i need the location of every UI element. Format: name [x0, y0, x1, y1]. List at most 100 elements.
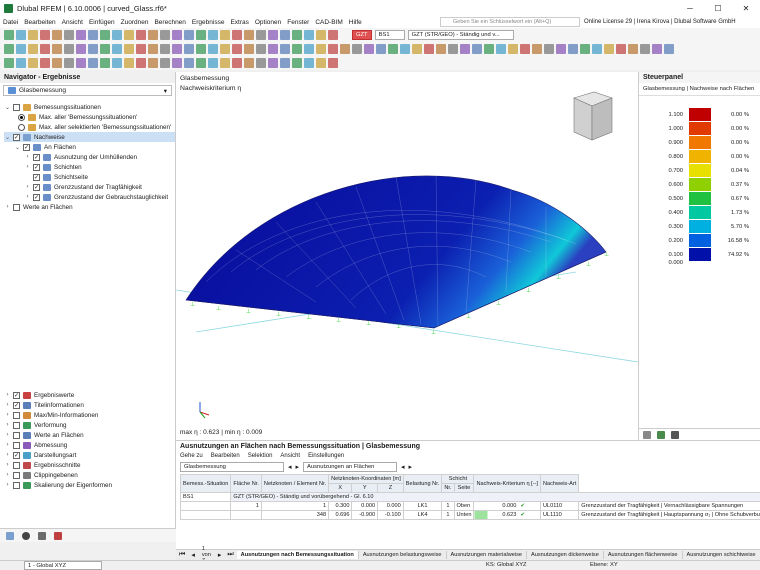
toolbar-button-icon[interactable]	[124, 30, 134, 40]
toolbar-button-icon[interactable]	[52, 58, 62, 68]
toolbar-button-icon[interactable]	[280, 58, 290, 68]
toolbar-button-icon[interactable]	[64, 44, 74, 54]
expand-icon[interactable]: ›	[24, 154, 31, 160]
checkbox[interactable]: ✓	[33, 193, 40, 201]
scale-tab-icon[interactable]	[657, 430, 665, 439]
toolbar-button-icon[interactable]	[112, 30, 122, 40]
tree-item-nachweise[interactable]: ⌄ ✓ Nachweise	[4, 132, 175, 142]
toolbar-button-icon[interactable]	[88, 30, 98, 40]
toolbar-button-icon[interactable]	[208, 58, 218, 68]
expand-icon[interactable]: ›	[4, 392, 11, 398]
menu-item[interactable]: Ansicht	[59, 19, 86, 26]
toolbar-button-icon[interactable]	[616, 44, 626, 54]
menu-item[interactable]: Fenster	[284, 19, 312, 26]
toolbar-button-icon[interactable]	[28, 30, 38, 40]
glass-shell[interactable]	[185, 175, 607, 329]
toolbar-button-icon[interactable]	[580, 44, 590, 54]
toolbar-button-icon[interactable]	[112, 44, 122, 54]
display-tree-item[interactable]: › ✓ Darstellungsart	[4, 450, 112, 460]
next-icon[interactable]: ▸	[296, 463, 300, 471]
display-tree-item[interactable]: › ✓ Ergebniswerte	[4, 390, 112, 400]
toolbar-button-icon[interactable]	[244, 30, 254, 40]
display-tree-item[interactable]: › Ergebnisschnitte	[4, 460, 112, 470]
toolbar-button-icon[interactable]	[4, 44, 14, 54]
toolbar-button-icon[interactable]	[112, 58, 122, 68]
viewport-3d[interactable]: Glasbemessung Nachweiskriterium η ⊥ ⊥ ⊥ ⊥ ⊥ ⊥…	[176, 72, 638, 440]
toolbar-button-icon[interactable]	[364, 44, 374, 54]
checkbox[interactable]: ✓	[33, 163, 40, 171]
checkbox[interactable]	[13, 481, 20, 489]
expand-icon[interactable]: ›	[4, 452, 11, 458]
toolbar-button-icon[interactable]	[52, 30, 62, 40]
toolbar-button-icon[interactable]	[124, 58, 134, 68]
filter-tab-icon[interactable]	[671, 430, 679, 439]
toolbar-button-icon[interactable]	[628, 44, 638, 54]
menu-item[interactable]: Berechnen	[151, 19, 188, 26]
toolbar-button-icon[interactable]	[28, 58, 38, 68]
toolbar-button-icon[interactable]	[148, 58, 158, 68]
next-icon[interactable]: ▸	[409, 463, 413, 471]
toolbar-button-icon[interactable]	[40, 58, 50, 68]
tree-item-an-flaechen[interactable]: ⌄ ✓ An Flächen	[4, 142, 175, 152]
expand-icon[interactable]: ›	[4, 482, 11, 488]
menu-item[interactable]: Optionen	[252, 19, 284, 26]
toolbar-button-icon[interactable]	[172, 44, 182, 54]
checkbox[interactable]: ✓	[13, 391, 20, 399]
display-tree-item[interactable]: › Abmessung	[4, 440, 112, 450]
checkbox[interactable]	[13, 441, 20, 449]
toolbar-button-icon[interactable]	[148, 30, 158, 40]
expand-icon[interactable]: ›	[4, 402, 11, 408]
toolbar-button-icon[interactable]	[76, 58, 86, 68]
expand-icon[interactable]: ›	[4, 442, 11, 448]
results-menu-item[interactable]: Ansicht	[280, 453, 300, 459]
display-tree-item[interactable]: › Verformung	[4, 420, 112, 430]
tree-item-bemessungssituationen[interactable]: ⌄ Bemessungssituationen	[4, 102, 175, 112]
checkbox[interactable]: ✓	[23, 143, 30, 151]
toolbar-button-icon[interactable]	[244, 58, 254, 68]
checkbox[interactable]	[13, 421, 20, 429]
situation-select[interactable]: GZT (STR/GEO) - Ständig und v...	[407, 30, 514, 40]
tree-item-werte-an-flaechen[interactable]: › Werte an Flächen	[4, 202, 175, 212]
tree-item-max-selected[interactable]: Max. aller selektierten 'Bemessungssitua…	[4, 122, 175, 132]
toolbar-button-icon[interactable]	[100, 58, 110, 68]
checkbox[interactable]: ✓	[33, 173, 40, 181]
toolbar-button-icon[interactable]	[196, 44, 206, 54]
toolbar-button-icon[interactable]	[256, 58, 266, 68]
toolbar-button-icon[interactable]	[328, 44, 338, 54]
toolbar-button-icon[interactable]	[376, 44, 386, 54]
toolbar-button-icon[interactable]	[160, 58, 170, 68]
toolbar-button-icon[interactable]	[184, 58, 194, 68]
toolbar-button-icon[interactable]	[592, 44, 602, 54]
prev-page-icon[interactable]: ◂	[188, 551, 198, 559]
menu-item[interactable]: Bearbeiten	[21, 19, 58, 26]
expand-icon[interactable]: ›	[4, 204, 11, 210]
toolbar-button-icon[interactable]	[232, 44, 242, 54]
toolbar-button-icon[interactable]	[88, 58, 98, 68]
toolbar-button-icon[interactable]	[160, 44, 170, 54]
toolbar-button-icon[interactable]	[28, 44, 38, 54]
expand-icon[interactable]: ›	[24, 194, 31, 200]
expand-icon[interactable]: ›	[4, 422, 11, 428]
camera-tab-icon[interactable]	[38, 531, 46, 540]
toolbar-button-icon[interactable]	[100, 44, 110, 54]
tree-item-gzt[interactable]: › ✓ Grenzzustand der Tragfähigkeit	[4, 182, 175, 192]
first-page-icon[interactable]: ⏮	[176, 551, 188, 559]
toolbar-button-icon[interactable]	[76, 30, 86, 40]
results-tab[interactable]: Ausnutzungen dickenweise	[527, 551, 604, 559]
toolbar-button-icon[interactable]	[256, 30, 266, 40]
results-menu-item[interactable]: Bearbeiten	[211, 453, 240, 459]
toolbar-button-icon[interactable]	[40, 44, 50, 54]
last-page-icon[interactable]: ⏭	[224, 551, 236, 559]
toolbar-button-icon[interactable]	[304, 44, 314, 54]
checkbox[interactable]: ✓	[33, 183, 40, 191]
toolbar-button-icon[interactable]	[412, 44, 422, 54]
toolbar-button-icon[interactable]	[4, 30, 14, 40]
toolbar-button-icon[interactable]	[268, 30, 278, 40]
toolbar-button-icon[interactable]	[196, 58, 206, 68]
display-tree-item[interactable]: › Max/Min-Informationen	[4, 410, 112, 420]
toolbar-button-icon[interactable]	[328, 30, 338, 40]
menu-item[interactable]: Extras	[227, 19, 251, 26]
results-tab-icon[interactable]	[54, 531, 62, 540]
toolbar-button-icon[interactable]	[40, 30, 50, 40]
module-select[interactable]: Glasbemessung	[180, 462, 284, 472]
